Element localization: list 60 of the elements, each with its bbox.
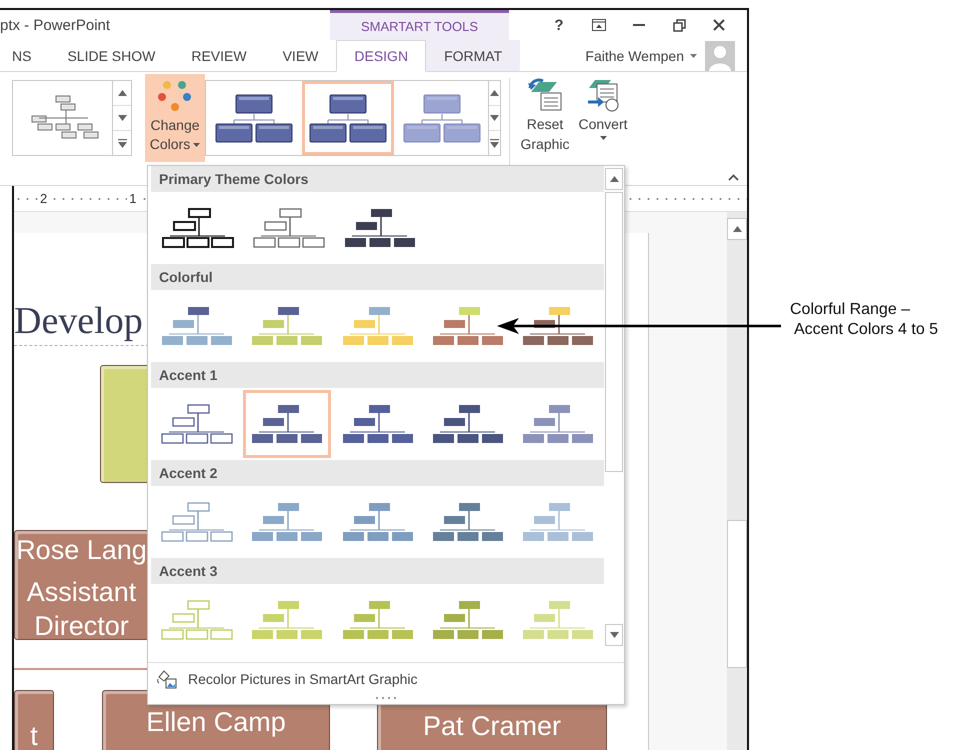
section-header: Accent 2 xyxy=(151,460,604,486)
caret-icon xyxy=(193,143,200,148)
resize-grip-icon xyxy=(375,697,397,700)
scrollbar-thumb[interactable] xyxy=(727,520,747,668)
caret-icon xyxy=(690,54,697,58)
up-arrow-icon xyxy=(490,90,499,96)
down-arrow-icon xyxy=(610,632,618,638)
caret-icon xyxy=(600,136,606,140)
collapse-ribbon-button[interactable] xyxy=(726,172,741,183)
color-variation-thumbnail[interactable] xyxy=(243,390,332,458)
section-header: Accent 1 xyxy=(151,362,604,388)
convert-icon xyxy=(585,78,621,112)
scroll-up-button[interactable] xyxy=(727,218,747,240)
more-icon xyxy=(118,138,126,148)
palette-icon xyxy=(158,80,192,112)
down-arrow-icon xyxy=(490,115,499,121)
section-header: Accent 3 xyxy=(151,558,604,584)
recolor-icon xyxy=(156,669,178,689)
section-header: Primary Theme Colors xyxy=(151,166,604,192)
caret-up-icon xyxy=(728,174,739,181)
down-arrow-icon xyxy=(118,115,126,121)
user-account-button[interactable]: Faithe Wempen xyxy=(581,40,701,71)
minimize-icon xyxy=(633,24,645,26)
person-role: Assistant Director xyxy=(26,576,138,643)
up-arrow-icon xyxy=(732,226,742,232)
scroll-up-button[interactable] xyxy=(605,168,623,190)
ribbon-display-icon xyxy=(592,19,606,31)
close-icon xyxy=(713,19,725,31)
ruler-number: 1 xyxy=(127,191,138,206)
reset-graphic-icon xyxy=(527,78,563,112)
org-chart-style-icon xyxy=(402,92,482,144)
scroll-down-button[interactable] xyxy=(605,624,623,646)
person-name: Ellen Camp xyxy=(146,706,286,739)
ribbon-tab[interactable]: DESIGN xyxy=(336,40,426,72)
ribbon-tab[interactable]: FORMAT xyxy=(426,40,520,72)
window-title: ptx - PowerPoint xyxy=(0,16,112,36)
slide-title: Develop xyxy=(14,299,143,343)
ribbon-tab[interactable]: REVIEW xyxy=(173,40,265,72)
change-colors-button[interactable]: Change Colors xyxy=(145,74,205,162)
section-header: Colorful xyxy=(151,264,604,290)
scrollbar-thumb[interactable] xyxy=(605,192,623,472)
person-name: Pat Cramer xyxy=(422,710,562,743)
contextual-tab-header: SMARTART TOOLS xyxy=(330,10,509,40)
person-name: Rose Lang xyxy=(16,534,147,567)
up-arrow-icon xyxy=(118,90,126,96)
callout-text: Accent Colors 4 to 5 xyxy=(793,321,938,339)
ribbon-tab[interactable]: NS xyxy=(0,40,50,72)
reset-graphic-button[interactable]: Reset Graphic xyxy=(516,78,574,168)
recolor-pictures-menu-item[interactable]: Recolor Pictures in SmartArt Graphic xyxy=(148,669,624,689)
style-thumbnail[interactable] xyxy=(302,81,394,155)
up-arrow-icon xyxy=(610,176,618,182)
ruler-number: 2 xyxy=(38,191,50,206)
person-name: t xyxy=(30,720,38,750)
org-chart-style-icon xyxy=(308,92,388,144)
ribbon-tab[interactable]: SLIDE SHOW xyxy=(49,40,174,72)
restore-icon xyxy=(672,18,686,32)
callout-text: Colorful Range – xyxy=(790,301,912,319)
org-chart-style-icon xyxy=(214,92,294,144)
more-icon xyxy=(490,138,499,148)
help-button[interactable]: ? xyxy=(543,12,575,38)
